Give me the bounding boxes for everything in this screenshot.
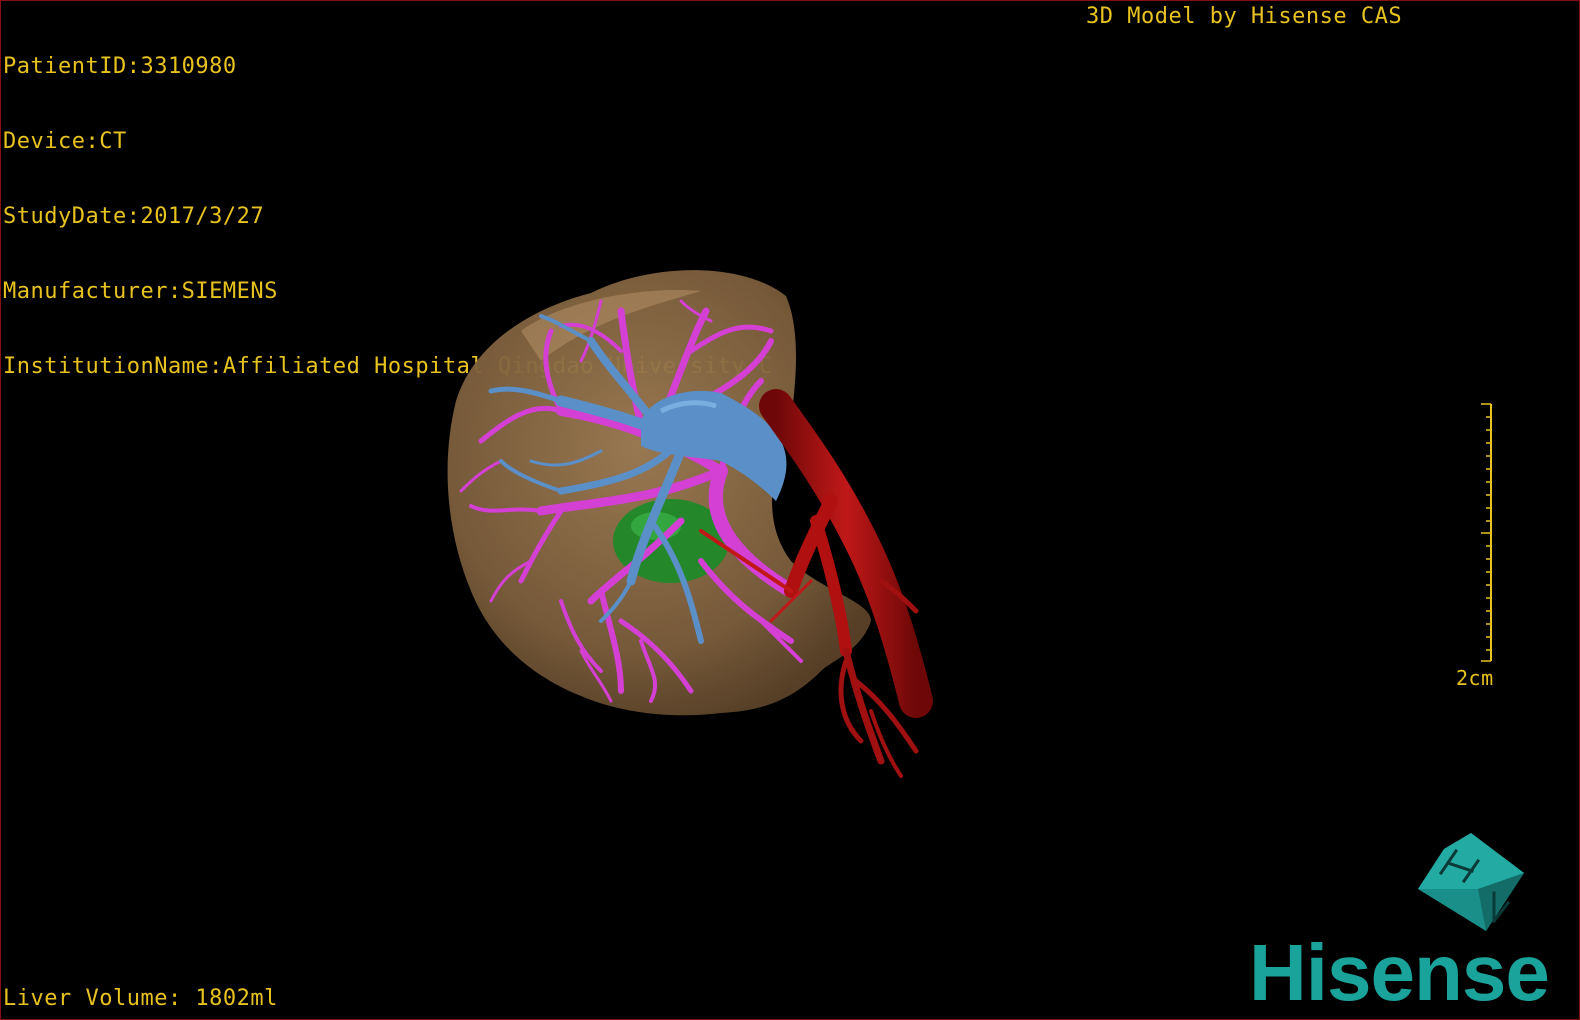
scale-label: 2cm [1456, 666, 1494, 690]
hisense-logo: Hisense [1249, 928, 1550, 1017]
scale-bar [1481, 403, 1492, 662]
liver-3d-render[interactable] [1, 1, 1580, 1020]
liver-volume-text: Liver Volume: 1802ml [3, 986, 278, 1011]
orientation-cube-icon[interactable] [1416, 831, 1526, 941]
viewer-3d[interactable]: PatientID:3310980 Device:CT StudyDate:20… [0, 0, 1580, 1020]
